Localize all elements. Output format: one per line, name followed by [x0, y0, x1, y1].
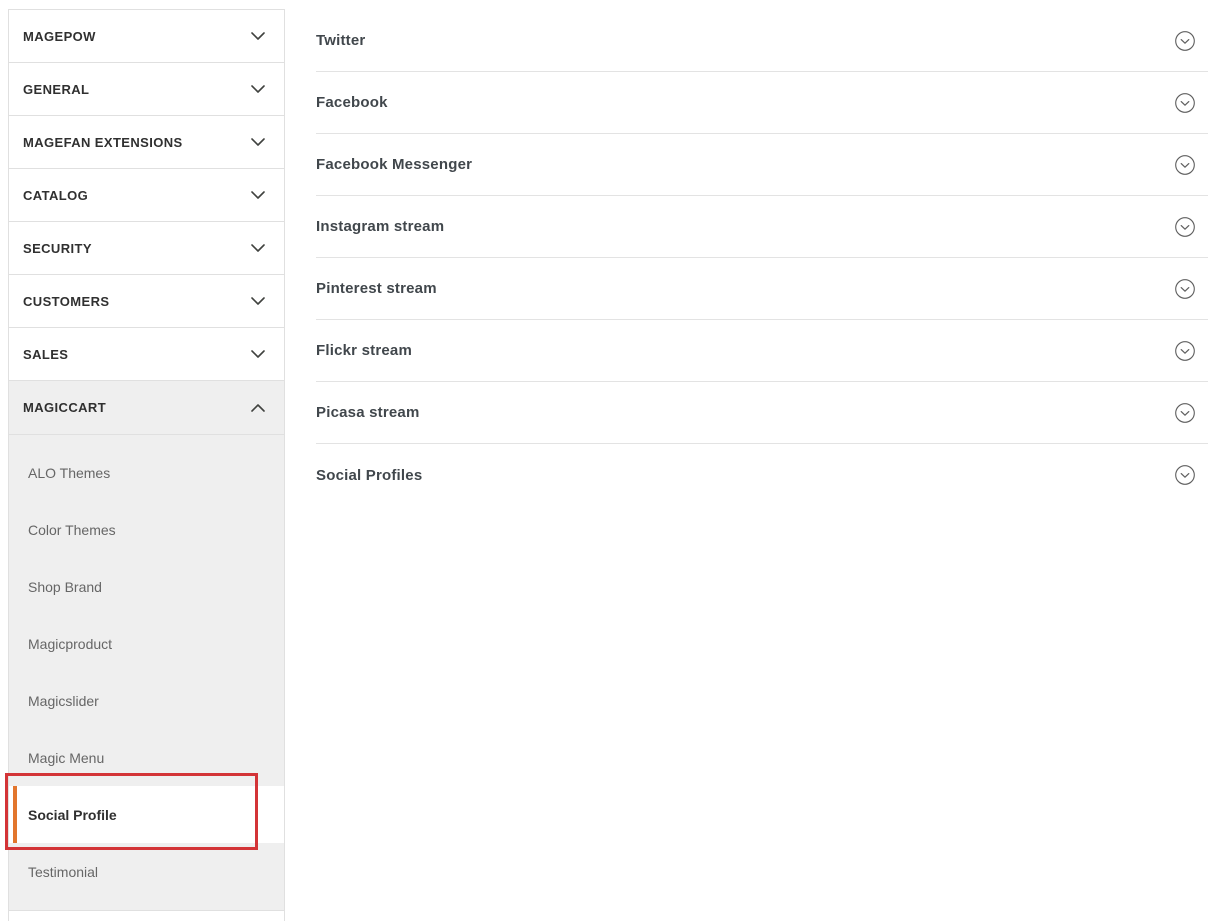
chevron-down-circle-icon[interactable] — [1174, 216, 1196, 238]
sidebar-subitem-color-themes[interactable]: Color Themes — [9, 501, 284, 558]
config-section-label: Flickr stream — [316, 342, 412, 359]
config-section-label: Facebook Messenger — [316, 156, 472, 173]
chevron-down-circle-icon[interactable] — [1174, 340, 1196, 362]
config-section-row-social-profiles[interactable]: Social Profiles — [316, 444, 1208, 506]
chevron-down-circle-icon[interactable] — [1174, 464, 1196, 486]
config-section-row-facebook[interactable]: Facebook — [316, 72, 1208, 134]
config-section-label: Twitter — [316, 32, 365, 49]
sidebar-section-customers[interactable]: CUSTOMERS — [9, 275, 284, 328]
sidebar-section-label: MAGEFAN EXTENSIONS — [23, 135, 183, 150]
sidebar-subitem-magicslider[interactable]: Magicslider — [9, 672, 284, 729]
config-section-row-pinterest-stream[interactable]: Pinterest stream — [316, 258, 1208, 320]
sidebar-subitem-testimonial[interactable]: Testimonial — [9, 843, 284, 900]
config-section-label: Facebook — [316, 94, 388, 111]
chevron-down-circle-icon[interactable] — [1174, 30, 1196, 52]
sidebar-section-sales[interactable]: SALES — [9, 328, 284, 381]
config-section-row-instagram-stream[interactable]: Instagram stream — [316, 196, 1208, 258]
sidebar-subitem-label: Magicslider — [28, 693, 99, 709]
sidebar-subitem-label: Shop Brand — [28, 579, 102, 595]
sidebar-section-label: GENERAL — [23, 82, 89, 97]
chevron-down-icon — [251, 244, 265, 252]
sidebar-section-magefan-extensions[interactable]: MAGEFAN EXTENSIONS — [9, 116, 284, 169]
sidebar-next-section-partial — [9, 911, 284, 921]
sidebar-subitem-label: Social Profile — [28, 807, 117, 823]
sidebar-subnav-magiccart: ALO Themes Color Themes Shop Brand Magic… — [9, 434, 284, 911]
config-section-label: Instagram stream — [316, 218, 444, 235]
config-section-row-twitter[interactable]: Twitter — [316, 10, 1208, 72]
sidebar-section-magiccart[interactable]: MAGICCART — [9, 381, 284, 434]
config-section-label: Social Profiles — [316, 467, 422, 484]
sidebar-subitem-label: Magic Menu — [28, 750, 104, 766]
sidebar-section-label: MAGICCART — [23, 400, 106, 415]
sidebar-section-magepow[interactable]: MAGEPOW — [9, 10, 284, 63]
sidebar-section-general[interactable]: GENERAL — [9, 63, 284, 116]
chevron-down-circle-icon[interactable] — [1174, 92, 1196, 114]
chevron-down-circle-icon[interactable] — [1174, 154, 1196, 176]
sidebar-section-label: CUSTOMERS — [23, 294, 109, 309]
config-section-row-picasa-stream[interactable]: Picasa stream — [316, 382, 1208, 444]
config-section-label: Pinterest stream — [316, 280, 437, 297]
chevron-down-icon — [251, 350, 265, 358]
config-section-label: Picasa stream — [316, 404, 420, 421]
chevron-down-icon — [251, 138, 265, 146]
config-main-panel: Twitter Facebook Facebook Messenger Inst… — [316, 10, 1208, 506]
sidebar-subitem-social-profile[interactable]: Social Profile — [9, 786, 284, 843]
sidebar-subitem-label: Testimonial — [28, 864, 98, 880]
sidebar-section-label: SALES — [23, 347, 68, 362]
chevron-down-icon — [251, 85, 265, 93]
config-nav-sidebar: MAGEPOW GENERAL MAGEFAN EXTENSIONS CATAL… — [8, 9, 285, 921]
sidebar-section-catalog[interactable]: CATALOG — [9, 169, 284, 222]
sidebar-subitem-magicproduct[interactable]: Magicproduct — [9, 615, 284, 672]
sidebar-subitem-shop-brand[interactable]: Shop Brand — [9, 558, 284, 615]
chevron-down-icon — [251, 297, 265, 305]
sidebar-subitem-magic-menu[interactable]: Magic Menu — [9, 729, 284, 786]
chevron-up-icon — [251, 404, 265, 412]
sidebar-section-label: MAGEPOW — [23, 29, 96, 44]
sidebar-subitem-label: ALO Themes — [28, 465, 110, 481]
chevron-down-circle-icon[interactable] — [1174, 402, 1196, 424]
sidebar-subitem-label: Color Themes — [28, 522, 116, 538]
sidebar-section-label: SECURITY — [23, 241, 92, 256]
config-section-row-facebook-messenger[interactable]: Facebook Messenger — [316, 134, 1208, 196]
sidebar-subitem-alo-themes[interactable]: ALO Themes — [9, 444, 284, 501]
sidebar-section-security[interactable]: SECURITY — [9, 222, 284, 275]
config-section-row-flickr-stream[interactable]: Flickr stream — [316, 320, 1208, 382]
config-section-list: Twitter Facebook Facebook Messenger Inst… — [316, 10, 1208, 506]
sidebar-section-list: MAGEPOW GENERAL MAGEFAN EXTENSIONS CATAL… — [9, 10, 284, 911]
sidebar-subitem-label: Magicproduct — [28, 636, 112, 652]
chevron-down-circle-icon[interactable] — [1174, 278, 1196, 300]
sidebar-section-label: CATALOG — [23, 188, 88, 203]
chevron-down-icon — [251, 32, 265, 40]
chevron-down-icon — [251, 191, 265, 199]
